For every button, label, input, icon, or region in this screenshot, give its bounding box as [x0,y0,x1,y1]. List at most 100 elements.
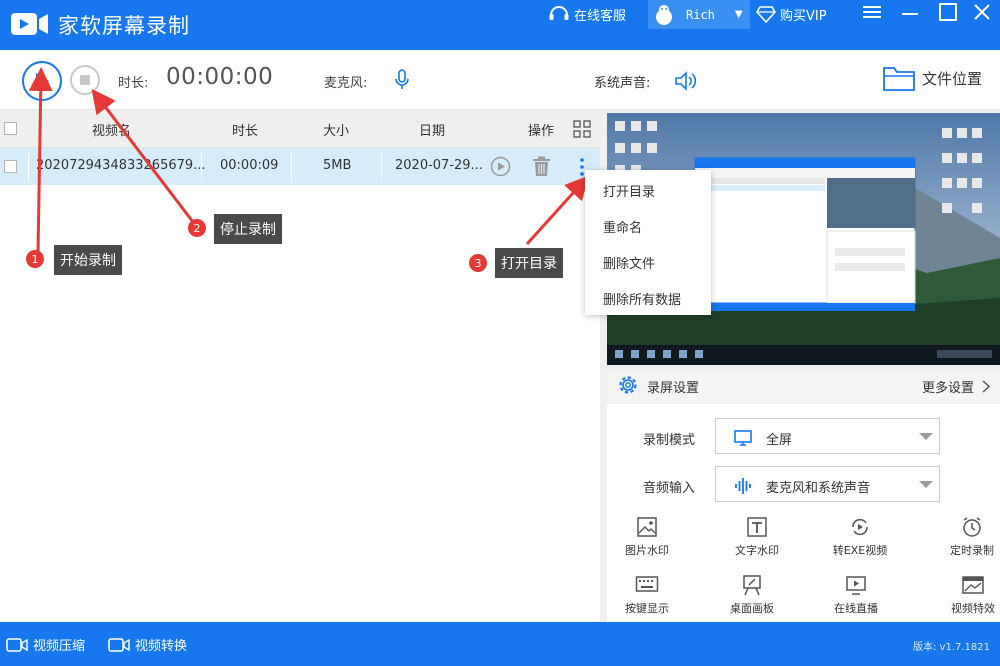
penguin-avatar-icon [656,4,672,25]
menu-button[interactable] [858,0,886,24]
scheduled-record-button[interactable]: 定时录制 [932,516,1000,558]
audio-input-select[interactable]: 麦克风和系统声音 [715,466,940,502]
header-action: 操作 [528,124,555,139]
text-watermark-label: 文字水印 [735,544,779,557]
video-convert-icon [108,637,130,652]
record-settings-body: 录制模式 全屏 音频输入 麦克风和系统声音 图片水印 文字水印 转EXE视频 定… [607,404,1000,622]
row-checkbox[interactable] [4,160,17,173]
live-icon [846,576,866,595]
video-effects-label: 视频特效 [951,602,995,615]
desktop-board-button[interactable]: 桌面画板 [712,574,792,616]
annotation-badge-1: 1 [26,250,44,268]
buy-vip-button[interactable]: 购买VIP [756,0,827,28]
menu-item-delete-file[interactable]: 删除文件 [603,253,655,272]
buy-vip-label: 购买VIP [780,8,827,24]
minimize-button[interactable] [896,0,924,24]
record-mode-label: 录制模式 [643,433,696,448]
table-header: 视频名 时长 大小 日期 操作 [0,110,600,148]
header-date: 日期 [419,124,446,139]
annotation-open-directory: 打开目录 [495,248,563,278]
convert-icon [852,518,868,536]
hamburger-icon [863,6,881,18]
speaker-icon[interactable] [674,70,698,92]
record-settings-header: 录屏设置 更多设置 [607,370,1000,402]
app-title: 家软屏幕录制 [58,14,190,38]
bottom-bar: 视频压缩 视频转换 版本: v1.7.1821 [0,622,1000,666]
recordings-table: 视频名 时长 大小 日期 操作 202072943483326567​9... … [0,110,600,622]
video-convert-button[interactable]: 视频转换 [108,635,187,654]
grid-view-icon[interactable] [573,120,591,138]
version-text: 版本: v1.7.1821 [913,642,990,653]
menu-item-open-directory[interactable]: 打开目录 [603,181,655,200]
dropdown-arrow-icon [919,433,933,440]
alarm-icon [963,517,981,537]
video-compress-icon [6,637,28,652]
convert-exe-button[interactable]: 转EXE视频 [820,516,900,558]
key-display-button[interactable]: 按键显示 [607,574,687,616]
chevron-right-icon[interactable] [982,380,990,393]
effects-icon [962,576,984,594]
image-watermark-button[interactable]: 图片水印 [607,516,687,558]
select-all-checkbox[interactable] [4,122,17,135]
stop-icon [80,75,90,85]
header-name: 视频名 [92,124,132,139]
easel-icon [743,575,761,596]
menu-item-delete-all-data[interactable]: 删除所有数据 [603,289,681,308]
video-effects-button[interactable]: 视频特效 [933,574,1000,616]
key-display-label: 按键显示 [625,602,669,615]
mic-label: 麦克风: [324,76,368,91]
dropdown-arrow-icon [919,481,933,488]
microphone-icon[interactable] [394,68,410,92]
table-row[interactable]: 202072943483326567​9... 00:00:09 5MB 202… [0,148,600,185]
cell-divider [291,152,292,181]
text-watermark-button[interactable]: 文字水印 [717,516,797,558]
file-location-button[interactable]: 文件位置 [882,64,982,92]
audio-wave-icon [735,478,751,494]
start-record-button[interactable] [22,61,62,101]
gear-icon [619,376,637,394]
annotation-badge-3: 3 [469,254,487,272]
cell-divider [201,152,202,181]
username: Rich [686,7,715,22]
maximize-icon [939,3,957,21]
annotation-badge-2: 2 [188,219,206,237]
video-compress-label: 视频压缩 [33,639,86,654]
convert-exe-label: 转EXE视频 [832,544,888,557]
more-settings-link[interactable]: 更多设置 [922,377,974,396]
live-stream-label: 在线直播 [834,602,878,615]
audio-input-value: 麦克风和系统声音 [766,481,871,496]
desktop-board-label: 桌面画板 [730,602,774,615]
annotation-stop-record: 停止录制 [214,214,282,244]
system-sound-label: 系统声音: [594,76,651,91]
cell-date: 2020-07-29... [395,158,483,173]
online-service-label: 在线客服 [574,8,627,24]
online-service-button[interactable]: 在线客服 [548,0,626,28]
headset-icon [549,6,569,20]
duration-value: 00:00:00 [166,64,274,90]
minimize-icon [902,13,918,15]
record-settings-title: 录屏设置 [647,381,700,396]
stop-record-button[interactable] [70,65,100,95]
play-video-icon[interactable] [490,156,511,177]
user-menu[interactable]: Rich ▼ [648,0,750,29]
menu-item-rename[interactable]: 重命名 [603,217,642,236]
header-duration: 时长 [232,124,259,139]
audio-input-label: 音频输入 [643,481,696,496]
video-compress-button[interactable]: 视频压缩 [6,635,85,654]
live-stream-button[interactable]: 在线直播 [816,574,896,616]
close-button[interactable] [968,0,996,24]
context-menu: 打开目录 重命名 删除文件 删除所有数据 [585,170,711,315]
image-watermark-label: 图片水印 [625,544,669,557]
cell-duration: 00:00:09 [220,158,279,173]
maximize-button[interactable] [934,0,962,24]
cell-divider [28,152,29,181]
title-bar: 家软屏幕录制 在线客服 Rich ▼ 购买VIP [0,0,1000,50]
record-mode-select[interactable]: 全屏 [715,418,940,454]
file-location-label: 文件位置 [922,69,983,88]
record-mode-value: 全屏 [766,433,793,448]
folder-icon [883,67,915,91]
trash-icon[interactable] [532,156,551,177]
cell-divider [381,152,382,181]
scheduled-record-label: 定时录制 [950,544,994,557]
record-toolbar: 时长: 00:00:00 麦克风: 系统声音: 文件位置 [0,50,1000,133]
